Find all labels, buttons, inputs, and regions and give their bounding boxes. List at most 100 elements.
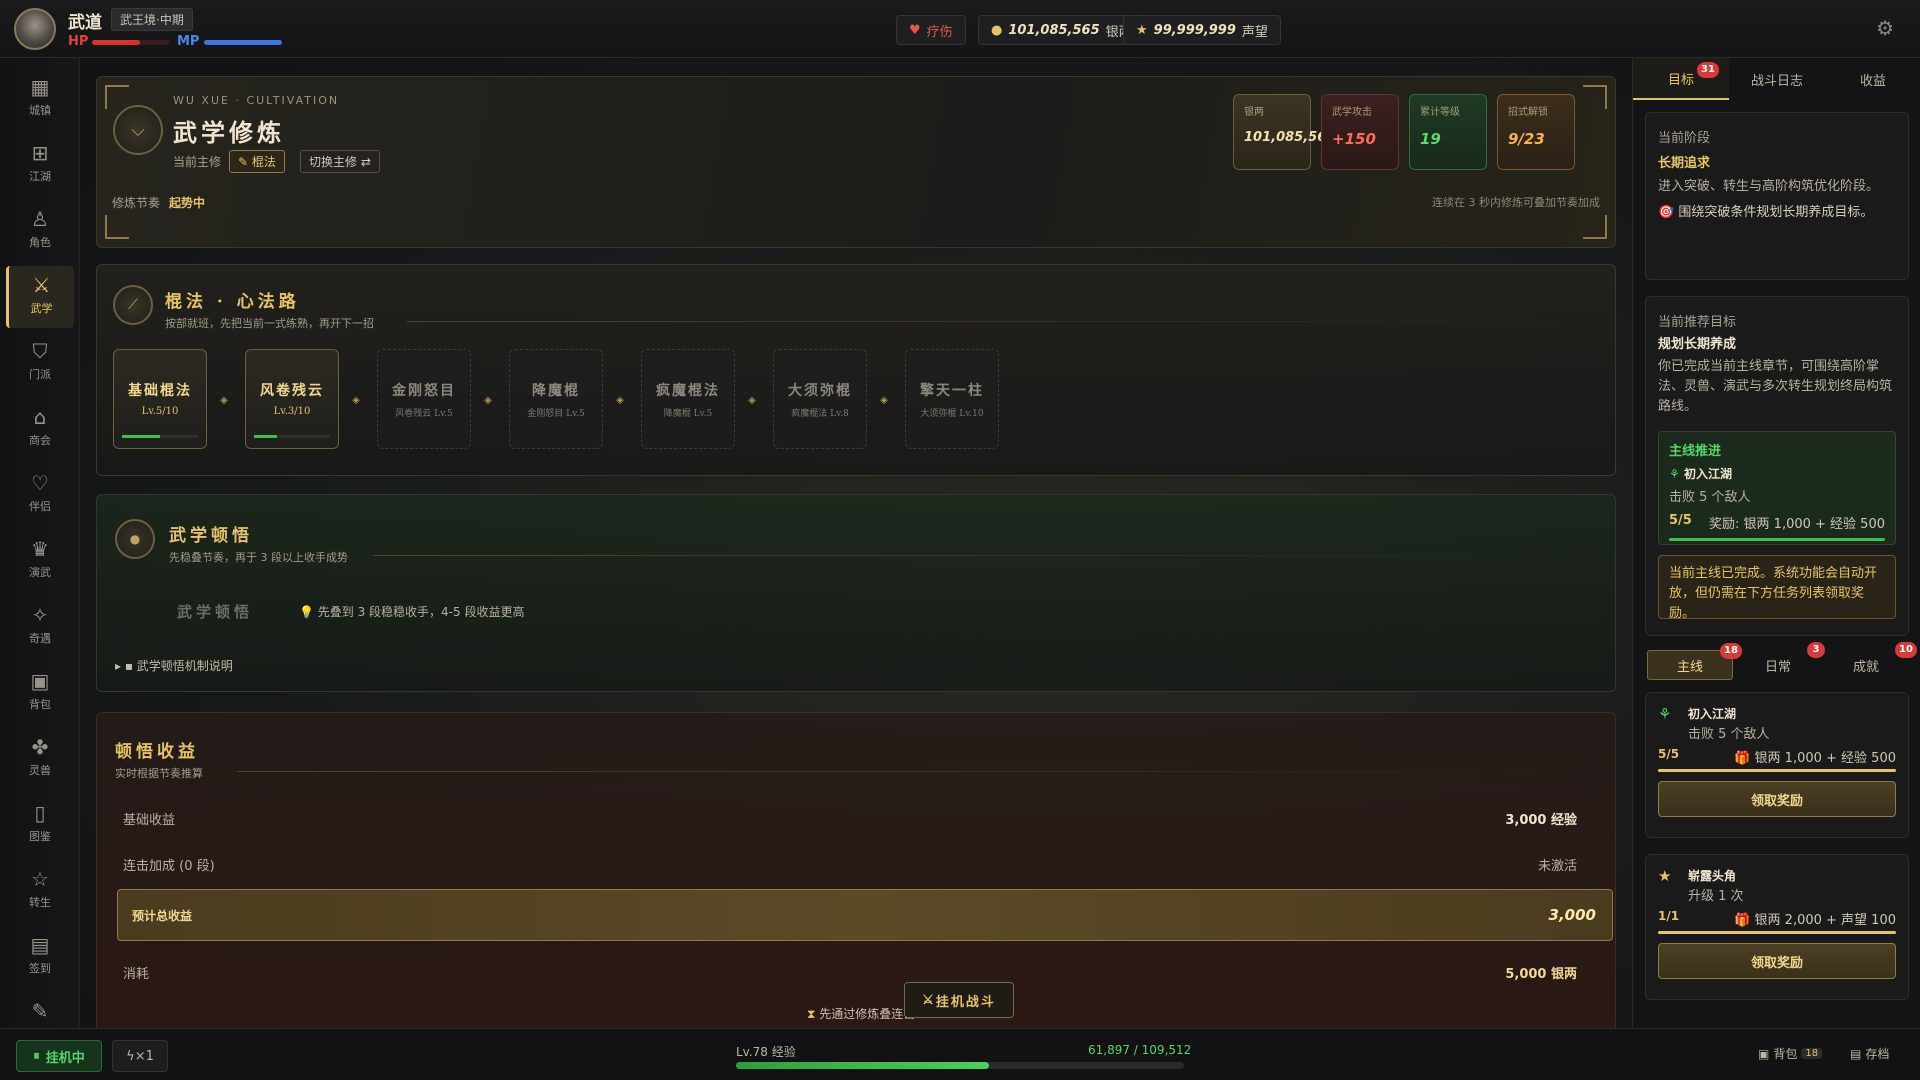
nav-item[interactable]: ⚔ 武学 (6, 266, 74, 328)
diamond-connector-icon: ◈ (880, 395, 888, 406)
skill-progress-bar (254, 435, 330, 438)
quest-tab-label: 日常 (1764, 659, 1791, 675)
skill-card[interactable]: 金刚怒目 风卷残云 Lv.5 (377, 349, 471, 449)
progress-fill (1669, 538, 1885, 541)
claim-reward-button[interactable]: 领取奖励 (1658, 781, 1896, 817)
skill-card[interactable]: 降魔棍 金刚怒目 Lv.5 (509, 349, 603, 449)
save-button[interactable]: ▤ 存档 (1850, 1045, 1889, 1062)
switch-skill-button[interactable]: 切换主修 ⇄ (300, 150, 380, 173)
crossed-swords-icon: ⚔ (922, 992, 936, 1008)
insight-hint-text: 先叠到 3 段稳稳收手，4-5 段收益更高 (317, 605, 525, 619)
current-skill-tag[interactable]: ✎ 棍法 (229, 150, 285, 173)
tab-label: 收益 (1859, 73, 1886, 89)
collapse-icon[interactable]: ⌵ (113, 105, 163, 155)
speed-button[interactable]: ϟ ×1 (112, 1040, 168, 1072)
nav-item[interactable]: ⊞ 江湖 (6, 134, 74, 196)
skill-name: 大须弥棍 (788, 383, 852, 399)
tab-battle-log[interactable]: 战斗日志 (1729, 58, 1825, 100)
hp-bar-fill (92, 40, 141, 45)
progress-fill (122, 435, 160, 438)
insight-icon: ● (115, 519, 155, 559)
skill-requirement: 降魔棍 Lv.5 (663, 409, 713, 419)
skill-card[interactable]: 基础棍法 Lv.5/10 (113, 349, 207, 449)
diamond-connector-icon: ◈ (616, 395, 624, 406)
nav-item[interactable]: ⌂ 商会 (6, 398, 74, 460)
coin-icon: ● (991, 22, 1003, 38)
current-skill-name: 棍法 (251, 155, 276, 169)
character-name: 武道 (68, 13, 102, 33)
gain-subtitle: 实时根据节奏推算 (115, 767, 203, 780)
nav-item[interactable]: ☆ 转生 (6, 860, 74, 922)
nav-item[interactable]: ✤ 灵兽 (6, 728, 74, 790)
stage-goal: 🎯 围绕突破条件规划长期养成目标。 (1658, 205, 1874, 220)
nav-item[interactable]: ♡ 伴侣 (6, 464, 74, 526)
stat-card-unlock: 招式解锁 9/23 (1497, 94, 1575, 170)
insight-mechanics-toggle[interactable]: ▸ ▪ 武学顿悟机制说明 (115, 657, 233, 674)
lightning-icon: ϟ (126, 1048, 135, 1064)
nav-item[interactable]: ▣ 背包 (6, 662, 74, 724)
nav-item[interactable]: ⛉ 门派 (6, 332, 74, 394)
mainline-progress-bar (1669, 538, 1885, 541)
tab-income[interactable]: 收益 (1825, 58, 1920, 100)
exp-value: 61,897 / 109,512 (1088, 1043, 1192, 1057)
exp-bar (736, 1062, 1184, 1069)
mainline-quest-name: 初入江湖 (1683, 467, 1732, 481)
nav-item[interactable]: ♙ 角色 (6, 200, 74, 262)
stat-value: 101,085,565 (1244, 130, 1336, 145)
stat-label: 累计等级 (1420, 107, 1460, 118)
gear-icon[interactable]: ⚙ (1876, 16, 1894, 40)
mainline-progress: 5/5 (1669, 513, 1692, 528)
claim-reward-button[interactable]: 领取奖励 (1658, 943, 1896, 979)
skill-card[interactable]: 大须弥棍疯魔棍法 Lv.8 (773, 349, 867, 449)
nav-item[interactable]: ▤ 签到 (6, 926, 74, 988)
nav-item-label: 背包 (29, 698, 51, 711)
insight-subtitle: 先稳叠节奏，再于 3 段以上收手成势 (169, 551, 348, 564)
page-title: 武学修炼 (173, 118, 285, 147)
nav-item[interactable]: ▦ 城镇 (6, 68, 74, 130)
heal-status-button[interactable]: ♥ 疗伤 (896, 15, 966, 45)
skill-card[interactable]: 疯魔棍法降魔棍 Lv.5 (641, 349, 735, 449)
swords-icon: ⚔ (32, 273, 51, 297)
quest-progress-bar (1658, 931, 1896, 934)
skill-name: 金刚怒目 (392, 383, 456, 399)
divider (373, 555, 1597, 556)
bag-button[interactable]: ▣ 背包 18 (1758, 1045, 1823, 1062)
triangle-right-icon: ▸ (115, 659, 125, 673)
tab-goals[interactable]: 目标 31 (1633, 58, 1729, 100)
avatar[interactable] (14, 8, 56, 50)
skill-card[interactable]: 风卷残云 Lv.3/10 (245, 349, 339, 449)
quest-desc: 升级 1 次 (1688, 889, 1744, 904)
star-icon: ☆ (31, 867, 49, 891)
skill-card[interactable]: 擎天一柱 大须弥棍 Lv.10 (905, 349, 999, 449)
tab-label: 目标 (1667, 72, 1694, 88)
mainline-quest: ⚘ 初入江湖 (1669, 465, 1885, 482)
gift-icon: 🎁 (1734, 913, 1755, 928)
status-label: 疗伤 (926, 24, 953, 40)
skill-name: 疯魔棍法 (656, 383, 720, 399)
quest-tab[interactable]: 日常 3 (1735, 642, 1825, 680)
nav-item[interactable]: ✧ 奇遇 (6, 596, 74, 658)
idle-toggle-button[interactable]: ⏸ 挂机中 (16, 1040, 102, 1072)
map-icon: ⊞ (31, 141, 49, 165)
quest-tab[interactable]: 主线 18 (1647, 643, 1742, 680)
star-icon: ★ (1658, 867, 1672, 885)
hp-bar (92, 40, 170, 45)
hourglass-icon: ⧗ (807, 1007, 820, 1021)
rec-heading: 当前推荐目标 (1658, 315, 1737, 330)
nav-item[interactable]: ▯ 图鉴 (6, 794, 74, 856)
nav-item[interactable]: ♛ 演武 (6, 530, 74, 592)
gain-row-combo: 连击加成 (0 段) 未激活 (123, 855, 1595, 879)
auto-battle-label: 挂机战斗 (935, 994, 996, 1010)
gift-icon: 🎁 (1734, 751, 1755, 766)
notification-badge: 31 (1697, 62, 1719, 78)
skill-requirement: 疯魔棍法 Lv.8 (791, 409, 849, 419)
quest-tab[interactable]: 成就 10 (1823, 642, 1917, 680)
insight-button[interactable]: 武学顿悟 (177, 601, 253, 622)
diamond-connector-icon: ◈ (484, 395, 492, 406)
divider (237, 771, 1597, 772)
book-icon: ▯ (34, 801, 46, 825)
gain-total-row: 预计总收益 3,000 (117, 889, 1613, 941)
nav-item-label: 转生 (29, 896, 51, 909)
auto-battle-button[interactable]: ⚔ 挂机战斗 (904, 982, 1014, 1018)
silver-display: ● 101,085,565 银两 (978, 15, 1145, 45)
